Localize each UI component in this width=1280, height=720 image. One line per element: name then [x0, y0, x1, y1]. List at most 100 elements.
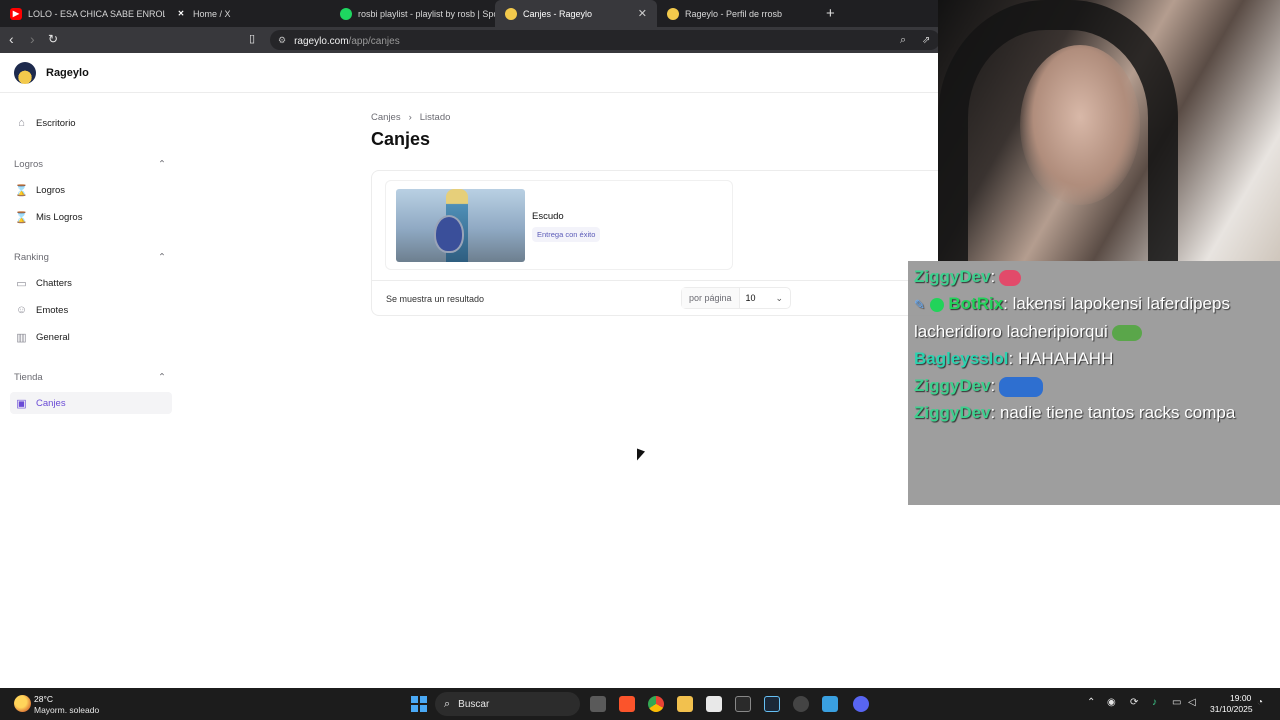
weather-temperature[interactable]: 28°C [34, 694, 53, 704]
tab-title: Canjes - Rageylo [523, 8, 593, 19]
chat-text: : HAHAHAHH [1008, 349, 1114, 368]
app-icon[interactable] [822, 696, 838, 712]
new-tab-button[interactable]: + [826, 5, 835, 22]
taskbar: 28°C Mayorm. soleado ⌕ Buscar ⌃ ◉ ⟳ ♪ ▭ … [0, 688, 1280, 720]
trophy-icon: ⌛ [14, 184, 29, 197]
breadcrumb-canjes[interactable]: Canjes [371, 112, 401, 123]
sidebar-group-ranking[interactable]: Ranking ⌃ [14, 252, 166, 263]
streamer-hood [938, 0, 1178, 261]
discord-icon[interactable] [853, 696, 869, 712]
windows-start-icon[interactable] [411, 696, 427, 712]
tab-canjes[interactable]: Canjes - Rageylo ✕ [495, 0, 657, 27]
notification-bell-icon[interactable]: ◔ [1257, 697, 1263, 708]
chat-username: BotRix [948, 294, 1004, 313]
sync-icon[interactable]: ⟳ [1130, 697, 1138, 708]
sidebar-item-mis-logros[interactable]: ⌛ Mis Logros [10, 206, 172, 228]
sidebar-item-label: Canjes [36, 397, 66, 409]
sidebar-item-general[interactable]: ▥ General [10, 326, 172, 348]
x-icon: ✕ [177, 9, 185, 18]
chat-text: : nadie tiene tantos racks compa [990, 403, 1236, 422]
clock-time[interactable]: 19:00 [1230, 693, 1251, 703]
chat-username: ZiggyDev [914, 376, 991, 395]
chat-message: ZiggyDev: nadie tiene tantos racks compa [914, 399, 1274, 426]
brand-name[interactable]: Rageylo [46, 67, 89, 79]
address-bar[interactable]: ⚙ rageylo.com/app/canjes ⌕ ⇗ [270, 30, 940, 50]
forward-icon[interactable]: › [30, 32, 35, 46]
home-icon: ⌂ [18, 117, 25, 129]
site-info-icon[interactable]: ⚙ [278, 35, 286, 46]
avatar[interactable] [14, 62, 36, 84]
back-icon[interactable]: ‹ [9, 32, 14, 46]
close-tab-icon[interactable]: ✕ [638, 7, 647, 20]
tab-title: rosbi playlist - playlist by rosb | Spot [358, 8, 495, 19]
search-icon: ⌕ [444, 697, 451, 710]
chat-message: ✎ BotRix: lakensi lapokensi laferdipeps … [914, 290, 1274, 345]
sword-badge-icon: ✎ [914, 297, 925, 312]
steam-icon[interactable] [764, 696, 780, 712]
chevron-right-icon: › [408, 112, 412, 123]
weather-description[interactable]: Mayorm. soleado [34, 705, 99, 715]
app-header: Rageylo [0, 53, 940, 93]
screen: ▶ LOLO - ESA CHICA SABE ENROLAR ( ✕ Home… [0, 0, 1280, 720]
task-view-icon[interactable] [590, 696, 606, 712]
trophy-icon: ⌛ [14, 211, 29, 224]
file-explorer-icon[interactable] [677, 696, 693, 712]
item-image [396, 189, 525, 262]
chevron-up-icon[interactable]: ⌃ [158, 372, 166, 383]
chat-overlay: ZiggyDev: ✎ BotRix: lakensi lapokensi la… [908, 261, 1280, 505]
zoom-icon[interactable]: ⌕ [900, 34, 906, 47]
sidebar-group-tienda[interactable]: Tienda ⌃ [14, 372, 166, 383]
redeem-card[interactable]: Escudo Entrega con éxito [385, 180, 733, 270]
sidebar-item-label: General [36, 331, 70, 343]
tab-spotify[interactable]: rosbi playlist - playlist by rosb | Spot [330, 0, 495, 27]
brave-icon[interactable] [619, 696, 635, 712]
sidebar-item-logros[interactable]: ⌛ Logros [10, 179, 172, 201]
youtube-icon: ▶ [10, 7, 22, 20]
sidebar-group-title: Tienda [14, 372, 43, 383]
reload-icon[interactable]: ↻ [48, 32, 58, 46]
breadcrumb-listado: Listado [419, 112, 451, 123]
breadcrumb: Canjes › Listado [371, 112, 450, 123]
sidebar-item-label: Escritorio [36, 117, 76, 129]
per-page-select[interactable]: por página 10 ⌄ [681, 287, 791, 309]
volume-icon[interactable]: ◁ [1188, 697, 1196, 708]
clock-date[interactable]: 31/10/2025 [1210, 704, 1253, 714]
sidebar-item-escritorio[interactable]: ⌂ Escritorio [10, 112, 172, 134]
chevron-up-icon[interactable]: ⌃ [158, 159, 166, 170]
sidebar-item-canjes[interactable]: ▣ Canjes [10, 392, 172, 414]
sidebar-item-emotes[interactable]: ☺ Emotes [10, 299, 172, 321]
store-icon[interactable] [706, 696, 722, 712]
tab-title: Home / X [193, 8, 231, 19]
results-count: Se muestra un resultado [386, 294, 485, 304]
discord-tray-icon[interactable]: ◉ [1107, 697, 1116, 708]
taskbar-search[interactable]: ⌕ Buscar [435, 692, 580, 716]
sidebar-item-label: Emotes [36, 304, 69, 316]
chat-message: ZiggyDev: [914, 263, 1274, 290]
spotify-icon [340, 7, 352, 20]
smile-icon: ☺ [15, 304, 28, 316]
sidebar-group-logros[interactable]: Logros ⌃ [14, 159, 166, 170]
frog-emote-icon [1111, 324, 1142, 341]
network-icon[interactable]: ▭ [1172, 697, 1181, 708]
status-badge: Entrega con éxito [532, 227, 601, 242]
tab-youtube[interactable]: ▶ LOLO - ESA CHICA SABE ENROLAR ( [0, 0, 165, 27]
tab-perfil[interactable]: Rageylo - Perfil de rrosb [657, 0, 822, 27]
chat-username: Bagleysslol [914, 349, 1009, 368]
bookmark-icon[interactable]: ▯ [249, 32, 255, 46]
app-icon[interactable] [793, 696, 809, 712]
mouse-cursor [637, 448, 645, 464]
chat-text: : [990, 376, 996, 395]
sidebar-group-title: Ranking [14, 252, 49, 263]
share-icon[interactable]: ⇗ [922, 35, 930, 46]
weather-icon[interactable] [14, 695, 31, 712]
per-page-value: 10 [745, 293, 756, 303]
per-page-label: por página [682, 288, 740, 308]
chrome-icon[interactable] [648, 696, 664, 712]
chevron-up-icon[interactable]: ⌃ [158, 252, 166, 263]
epic-games-icon[interactable] [735, 696, 751, 712]
chevron-up-icon[interactable]: ⌃ [1087, 697, 1095, 708]
sidebar-group-title: Logros [14, 159, 44, 170]
sidebar-item-chatters[interactable]: ▭ Chatters [10, 272, 172, 294]
microphone-icon[interactable]: ♪ [1152, 697, 1157, 708]
tab-x[interactable]: ✕ Home / X [165, 0, 335, 27]
